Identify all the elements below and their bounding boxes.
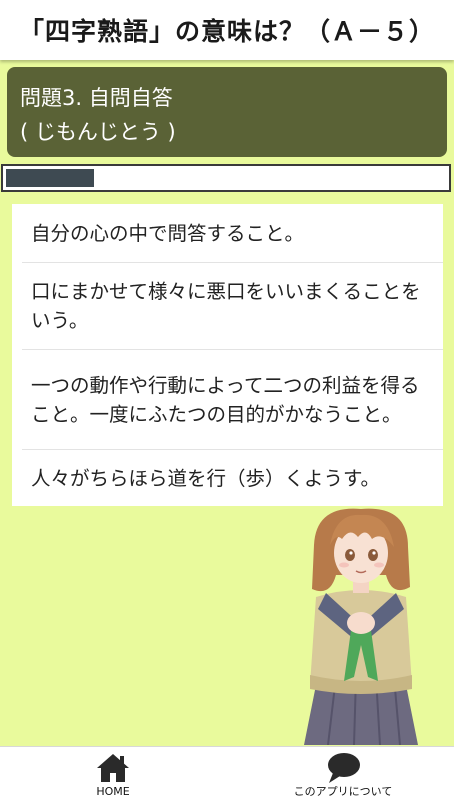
- answer-option-text: 自分の心の中で問答すること。: [31, 221, 305, 245]
- answer-option-text: 口にまかせて様々に悪口をいいまくることをいう。: [31, 280, 421, 332]
- nav-about-label: このアプリについて: [293, 785, 393, 798]
- anime-girl-illustration: [304, 508, 418, 745]
- answer-options: 自分の心の中で問答すること。 口にまかせて様々に悪口をいいまくることをいう。 一…: [12, 204, 443, 506]
- question-card: 問題3. 自問自答 ( じもんじとう ): [7, 67, 447, 157]
- bottom-navigation: HOME このアプリについて: [0, 746, 454, 800]
- answer-option-text: 人々がちらほら道を行（歩）くようす。: [31, 466, 381, 490]
- question-reading: ( じもんじとう ): [20, 120, 176, 144]
- answer-option-3[interactable]: 一つの動作や行動によって二つの利益を得ること。一度にふたつの目的がかなうこと。: [12, 350, 443, 449]
- answer-option-text: 一つの動作や行動によって二つの利益を得ること。一度にふたつの目的がかなうこと。: [31, 373, 420, 426]
- progress-fill: [6, 169, 94, 187]
- nav-home-label: HOME: [96, 785, 130, 798]
- answer-option-4[interactable]: 人々がちらほら道を行（歩）くようす。: [12, 450, 443, 506]
- answer-option-1[interactable]: 自分の心の中で問答すること。: [12, 204, 443, 262]
- question-title: 問題3. 自問自答: [20, 86, 173, 110]
- nav-about-app[interactable]: このアプリについて: [268, 747, 418, 800]
- speech-bubble-icon: [328, 753, 360, 783]
- home-icon: [97, 754, 129, 782]
- answer-option-2[interactable]: 口にまかせて様々に悪口をいいまくることをいう。: [12, 263, 443, 349]
- nav-home[interactable]: HOME: [68, 747, 158, 800]
- page-title: 「四字熟語」の意味は？（Ａ－５）: [18, 17, 435, 46]
- app-bar: 「四字熟語」の意味は？（Ａ－５）: [0, 0, 454, 60]
- progress-bar: [1, 164, 451, 192]
